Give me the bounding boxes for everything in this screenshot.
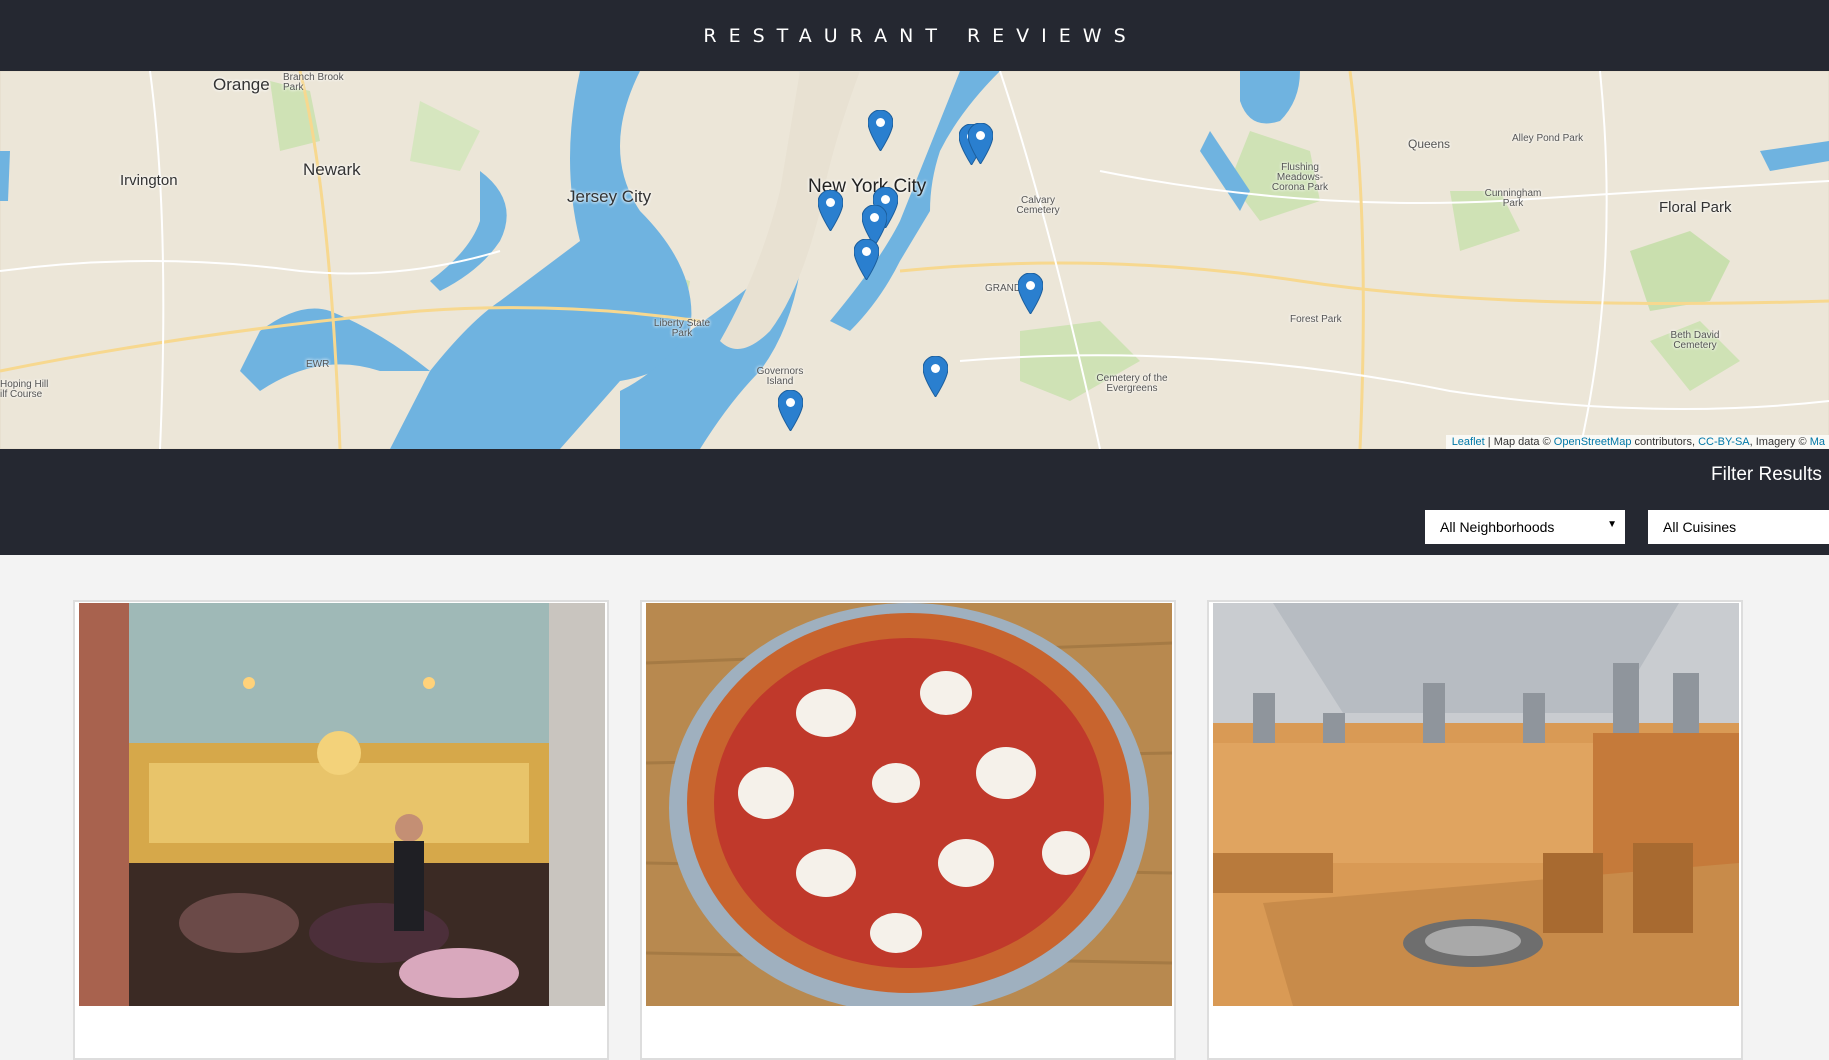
- map-label-looping-hill: Hoping Hill ilf Course: [0, 379, 49, 400]
- map-label-alley-pond-park: Alley Pond Park: [1512, 133, 1584, 144]
- map-label-governors-island: Governors Island: [756, 366, 804, 387]
- map-marker-icon[interactable]: [868, 110, 893, 151]
- neighborhoods-select[interactable]: All Neighborhoods ▼: [1425, 510, 1625, 544]
- mapbox-link[interactable]: Ma: [1810, 436, 1825, 448]
- openstreetmap-link[interactable]: OpenStreetMap: [1554, 436, 1632, 448]
- map-marker-icon[interactable]: [854, 239, 879, 280]
- filter-options: Filter Results All Neighborhoods ▼ All C…: [0, 449, 1829, 555]
- cuisines-selected-value: All Cuisines: [1663, 519, 1737, 535]
- map-label-liberty-state-park: Liberty State Park: [653, 318, 711, 339]
- restaurant-photo[interactable]: [1213, 603, 1739, 1006]
- restaurant-photo[interactable]: [646, 603, 1172, 1006]
- map-label-forest-park: Forest Park: [1290, 314, 1342, 325]
- map-label-beth-david-cemetery: Beth David Cemetery: [1670, 330, 1720, 351]
- restaurant-dining-room-photo: [79, 603, 605, 1006]
- map-label-newark: Newark: [303, 160, 361, 179]
- neighborhoods-selected-value: All Neighborhoods: [1440, 519, 1555, 535]
- attribution-text: contributors,: [1631, 436, 1699, 448]
- site-title[interactable]: RESTAURANT REVIEWS: [691, 25, 1137, 47]
- map-marker-icon[interactable]: [968, 123, 993, 164]
- restaurant-map[interactable]: Orange Branch Brook Park Newark Irvingto…: [0, 71, 1829, 449]
- map-label-flushing-meadows: Flushing Meadows-Corona Park: [1271, 162, 1329, 193]
- leaflet-link[interactable]: Leaflet: [1452, 436, 1485, 448]
- map-tiles[interactable]: [0, 71, 1829, 449]
- map-label-queens: Queens: [1408, 137, 1451, 151]
- restaurant-card[interactable]: [73, 600, 609, 1060]
- map-label-orange: Orange: [213, 75, 270, 94]
- map-label-floral-park: Floral Park: [1659, 199, 1732, 216]
- attribution-text: , Imagery ©: [1749, 436, 1810, 448]
- cuisines-select[interactable]: All Cuisines: [1648, 510, 1829, 544]
- attribution-text: | Map data ©: [1484, 436, 1554, 448]
- restaurant-card[interactable]: [1207, 600, 1743, 1060]
- license-link[interactable]: CC-BY-SA: [1698, 436, 1750, 448]
- map-marker-icon[interactable]: [923, 356, 948, 397]
- map-label-grand: GRAND: [985, 283, 1022, 294]
- dropdown-arrow-icon: ▼: [1607, 519, 1617, 530]
- korean-bbq-interior-photo: [1213, 603, 1739, 1006]
- site-header: RESTAURANT REVIEWS: [0, 0, 1829, 71]
- map-label-cunningham-park: Cunningham Park: [1484, 188, 1542, 209]
- pizza-photo: [646, 603, 1172, 1006]
- map-marker-icon[interactable]: [1018, 273, 1043, 314]
- map-label-ewr: EWR: [306, 359, 330, 370]
- filter-title: Filter Results: [1711, 464, 1822, 485]
- map-label-irvington: Irvington: [120, 172, 178, 189]
- map-label-branch-brook: Branch Brook Park: [283, 72, 344, 93]
- restaurant-photo[interactable]: [79, 603, 605, 1006]
- map-marker-icon[interactable]: [778, 390, 803, 431]
- map-label-cemetery-evergreens: Cemetery of the Evergreens: [1096, 373, 1168, 394]
- map-attribution: Leaflet | Map data © OpenStreetMap contr…: [1445, 435, 1829, 449]
- map-marker-icon[interactable]: [818, 190, 843, 231]
- map-label-jersey-city: Jersey City: [567, 187, 652, 206]
- map-label-calvary-cemetery: Calvary Cemetery: [1016, 195, 1060, 216]
- restaurant-card[interactable]: [640, 600, 1176, 1060]
